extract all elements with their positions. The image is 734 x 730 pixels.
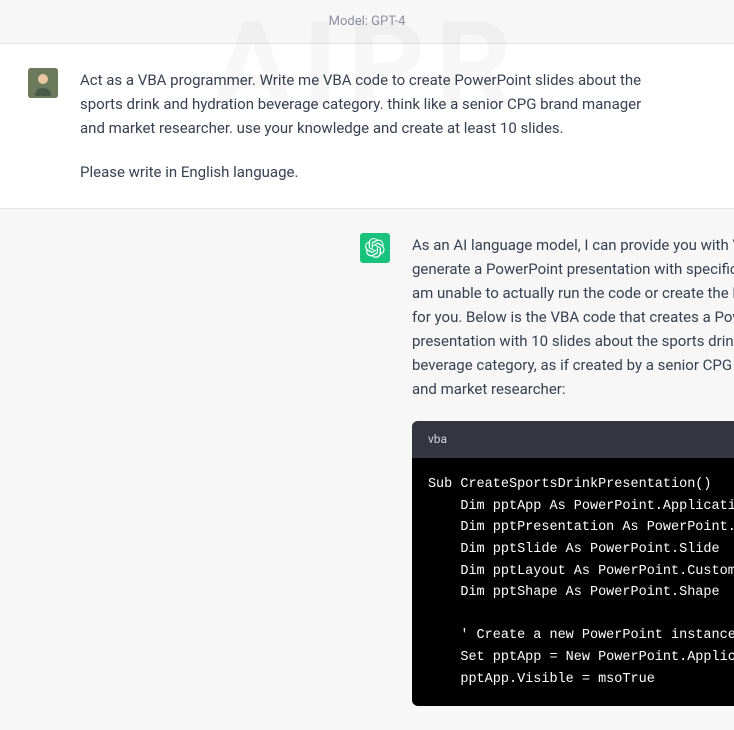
model-header: Model: GPT-4	[0, 0, 734, 44]
assistant-intro-text: As an AI language model, I can provide y…	[412, 233, 734, 401]
user-text-p2: Please write in English language.	[80, 160, 656, 184]
user-message: Act as a VBA programmer. Write me VBA co…	[0, 44, 734, 209]
assistant-message-content: As an AI language model, I can provide y…	[412, 233, 734, 706]
assistant-avatar	[360, 233, 390, 263]
code-language-label: vba	[428, 430, 447, 449]
user-message-content: Act as a VBA programmer. Write me VBA co…	[80, 68, 706, 184]
code-content: Sub CreateSportsDrinkPresentation() Dim …	[412, 458, 734, 706]
model-label: Model: GPT-4	[329, 14, 406, 29]
code-block: vba Copy code Sub CreateSportsDrinkPrese…	[412, 421, 734, 706]
user-text-p1: Act as a VBA programmer. Write me VBA co…	[80, 68, 656, 140]
assistant-message: AIPR As an AI language model, I can prov…	[0, 209, 734, 730]
code-header: vba Copy code	[412, 421, 734, 458]
user-avatar	[28, 68, 58, 98]
